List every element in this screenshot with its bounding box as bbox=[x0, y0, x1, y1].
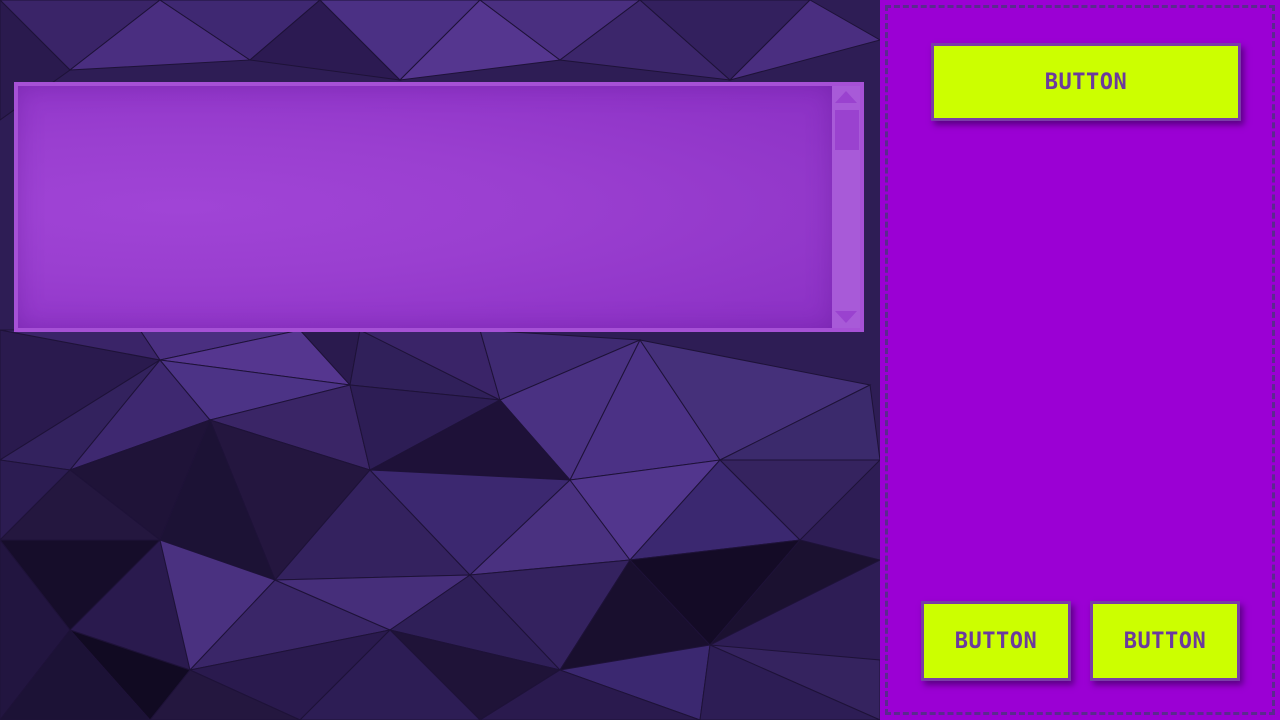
bottom-left-button[interactable]: BUTTON bbox=[921, 601, 1071, 681]
text-area[interactable] bbox=[18, 86, 832, 328]
vertical-scrollbar[interactable] bbox=[832, 86, 860, 328]
scroll-down-icon[interactable] bbox=[834, 308, 858, 326]
top-button[interactable]: BUTTON bbox=[931, 43, 1241, 121]
scroll-thumb[interactable] bbox=[835, 110, 859, 150]
bottom-right-button[interactable]: BUTTON bbox=[1090, 601, 1240, 681]
scroll-up-icon[interactable] bbox=[834, 88, 858, 106]
text-panel bbox=[14, 82, 864, 332]
